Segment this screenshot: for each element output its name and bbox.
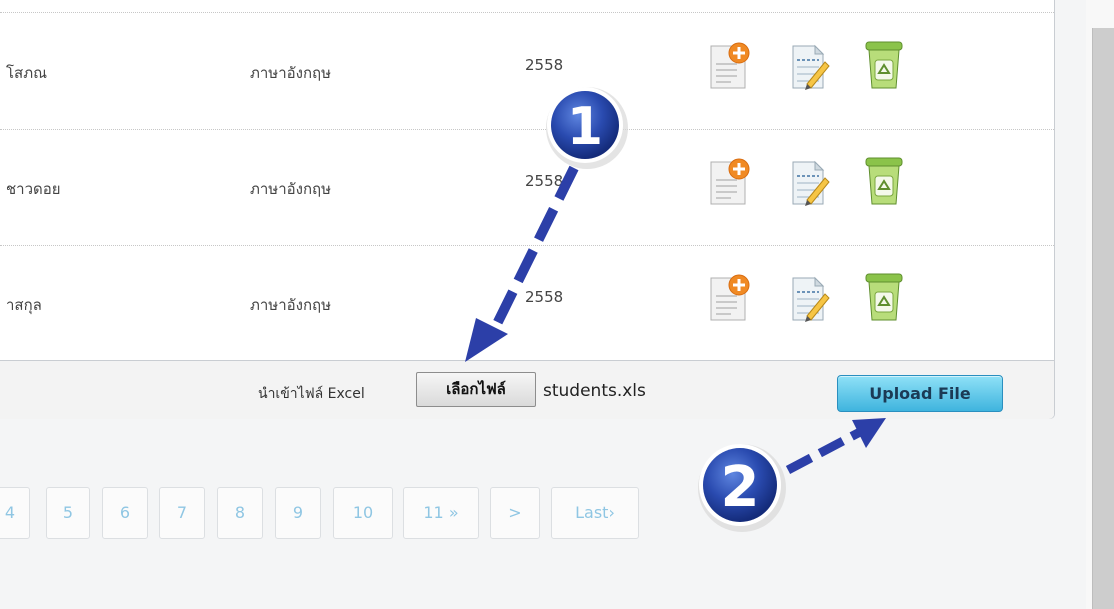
student-name: โสภณ [6,64,48,82]
page-link-7[interactable]: 7 [159,487,205,539]
student-year: 2558 [525,288,564,306]
page-link-6[interactable]: 6 [102,487,148,539]
page-link-11[interactable]: 11 » [403,487,479,539]
table-row: ชาวดอย ภาษาอังกฤษ 2558 [0,129,1054,246]
student-name: ชาวดอย [6,180,61,198]
student-year: 2558 [525,56,564,74]
table-row: าสกุล ภาษาอังกฤษ 2558 [0,245,1054,361]
edit-document-icon[interactable] [787,156,831,208]
student-year: 2558 [525,172,564,190]
page-link-8[interactable]: 8 [217,487,263,539]
annotation-arrow-2 [785,418,886,474]
next-page-button[interactable]: > [490,487,540,539]
students-panel: โสภณ ภาษาอังกฤษ 2558 ชาวดอย ภาษาอังกฤษ 2… [0,0,1055,419]
student-subject: ภาษาอังกฤษ [250,180,332,198]
recycle-bin-icon[interactable] [862,154,906,206]
page-link-4[interactable]: 4 [0,487,30,539]
student-subject: ภาษาอังกฤษ [250,64,332,82]
recycle-bin-icon[interactable] [862,38,906,90]
choose-file-button[interactable]: เลือกไฟล์ [416,372,536,407]
import-excel-label: นำเข้าไฟล์ Excel [258,386,365,402]
add-document-icon[interactable] [707,156,751,208]
student-name: าสกุล [6,296,42,314]
edit-document-icon[interactable] [787,272,831,324]
add-document-icon[interactable] [707,272,751,324]
table-row: โสภณ ภาษาอังกฤษ 2558 [0,13,1054,130]
page-link-5[interactable]: 5 [46,487,90,539]
step-2-number: 2 [721,455,760,520]
add-document-icon[interactable] [707,40,751,92]
student-subject: ภาษาอังกฤษ [250,296,332,314]
selected-file-name: students.xls [543,381,646,401]
table-header-edge [0,0,1054,13]
page-link-10[interactable]: 10 [333,487,393,539]
upload-file-button[interactable]: Upload File [837,375,1003,412]
vertical-scrollbar-thumb[interactable] [1092,28,1114,609]
page-link-9[interactable]: 9 [275,487,321,539]
step-2-badge: 2 [698,444,786,532]
last-page-button[interactable]: Last› [551,487,639,539]
recycle-bin-icon[interactable] [862,270,906,322]
edit-document-icon[interactable] [787,40,831,92]
